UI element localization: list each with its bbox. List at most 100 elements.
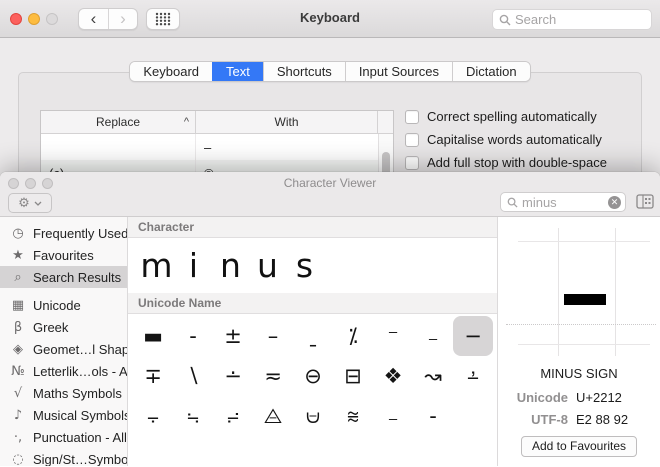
sidebar-item-label: Greek — [33, 319, 69, 335]
sidebar-item-label: Geomet…l Shapes — [33, 341, 127, 357]
tab-keyboard[interactable]: Keyboard — [130, 62, 213, 81]
glyph-cell[interactable]: ⊖ — [293, 356, 333, 396]
glyph-cell[interactable]: - — [413, 396, 453, 436]
glyph-cell[interactable]: ⩁ — [293, 396, 333, 436]
glyph-cell[interactable]: ₋ — [413, 316, 453, 356]
star-icon: ★ — [12, 247, 24, 263]
screen: ‹ › Keyboard Search Keyboard Text Shortc… — [0, 0, 660, 467]
glyph-cell[interactable]: ∸ — [213, 356, 253, 396]
sidebar-item-label: Frequently Used — [33, 225, 128, 241]
character-result-u[interactable]: u — [249, 246, 286, 285]
character-result-i[interactable]: i — [175, 246, 212, 285]
sidebar-item-frequently-used[interactable]: ◷ Frequently Used — [0, 222, 127, 244]
glyph-cell[interactable]: ₋ — [373, 396, 413, 436]
table-header: Replace ^ With — [41, 111, 393, 134]
glyph-cell[interactable]: ≂ — [253, 356, 293, 396]
glyph-cell[interactable]: ∓ — [133, 356, 173, 396]
glyph-cell[interactable]: ⨺ — [253, 396, 293, 436]
sidebar-item-geomet-l-shapes[interactable]: ◈ Geomet…l Shapes — [0, 338, 127, 360]
music-note-icon: ♪ — [13, 407, 23, 423]
checkbox-row: Capitalise words automatically — [405, 128, 607, 151]
sidebar-item-label: Favourites — [33, 247, 94, 263]
glyph-preview-minus-sign — [564, 294, 606, 305]
info-value: E2 88 92 — [576, 412, 629, 427]
replace-cell — [41, 134, 196, 160]
sidebar-item-musical-symbols[interactable]: ♪ Musical Symbols — [0, 404, 127, 426]
glyph-cell[interactable]: ⨪ — [133, 396, 173, 436]
search-icon — [499, 14, 511, 25]
scroll-corner — [378, 111, 393, 133]
glyph-cell[interactable]: ⩬ — [333, 396, 373, 436]
glyph-cell[interactable]: ⨫ — [173, 396, 213, 436]
sidebar-item-label: Punctuation - All — [33, 429, 127, 445]
search-query: minus — [522, 194, 557, 210]
section-header-unicode-name: Unicode Name — [128, 293, 497, 314]
column-header-replace[interactable]: Replace ^ — [41, 111, 196, 133]
search-placeholder: Search — [515, 12, 557, 27]
character-detail-pane: MINUS SIGN Unicode U+2212 UTF-8 E2 88 92 Ad… — [498, 217, 660, 466]
unicode-grid-icon: ▦ — [11, 297, 25, 313]
glyph-cell[interactable]: - — [173, 316, 213, 356]
clear-search-button[interactable]: ✕ — [608, 195, 621, 209]
sidebar-item-letterlik-ols-all[interactable]: № Letterlik…ols - All — [0, 360, 127, 382]
checkbox-unchecked[interactable] — [405, 155, 419, 170]
sidebar-group: ▦ Unicode β Greek ◈ Geomet…l Shapes № Letterlik… — [0, 294, 128, 467]
sidebar-item-label: Musical Symbols — [33, 407, 128, 423]
glyph-cell[interactable]: ⨬ — [213, 396, 253, 436]
glyph-cell[interactable]: ❖ — [373, 356, 413, 396]
sidebar-item-label: Search Results — [33, 269, 122, 285]
sidebar-item-favourites[interactable]: ★ Favourites — [0, 244, 127, 266]
character-search-field[interactable]: minus ✕ — [500, 192, 626, 212]
sidebar-item-sign-st-symbols[interactable]: ◌ Sign/St…Symbols — [0, 448, 128, 467]
with-cell: – — [204, 139, 212, 155]
sort-ascending-icon: ^ — [183, 116, 189, 128]
replace-header-label: Replace — [95, 115, 141, 129]
glyph-row: ∓ ∖ ∸ ≂ ⊖ ⊟ ❖ ↝ ⨩ — [133, 356, 497, 396]
keyboard-titlebar: ‹ › Keyboard Search — [0, 0, 660, 38]
character-name: MINUS SIGN — [540, 366, 618, 381]
checkbox-label: Correct spelling automatically — [427, 109, 597, 124]
magnifier-icon: ⌕ — [14, 269, 22, 285]
character-palette-icon[interactable] — [636, 194, 654, 209]
sidebar-item-maths-symbols[interactable]: √ Maths Symbols — [0, 382, 127, 404]
checkbox-unchecked[interactable] — [405, 132, 419, 147]
glyph-guide-left — [558, 228, 559, 356]
glyph-cell[interactable]: ⊟ — [333, 356, 373, 396]
table-row[interactable]: – — [41, 134, 378, 160]
character-result-m[interactable]: m — [138, 246, 175, 285]
clock-icon: ◷ — [12, 225, 24, 241]
sidebar-item-label: Sign/St…Symbols — [33, 451, 128, 467]
chevron-down-icon — [34, 201, 42, 206]
checkbox-label: Capitalise words automatically — [427, 132, 602, 147]
glyph-cell[interactable]: ▬ — [133, 316, 173, 356]
preferences-search-field[interactable]: Search — [492, 9, 652, 30]
glyph-cell-selected-minus-sign[interactable]: − — [453, 316, 493, 356]
glyph-cell[interactable]: ⁻ — [373, 316, 413, 356]
glyph-cell[interactable]: ± — [213, 316, 253, 356]
column-header-with[interactable]: With — [196, 111, 378, 133]
glyph-cell[interactable]: ∖ — [173, 356, 213, 396]
sidebar-item-unicode[interactable]: ▦ Unicode — [0, 294, 127, 316]
character-result-n[interactable]: n — [212, 246, 249, 285]
tab-input-sources[interactable]: Input Sources — [344, 62, 453, 81]
checkbox-unchecked[interactable] — [405, 109, 419, 124]
glyph-cell[interactable]: ⁒ — [333, 316, 373, 356]
glyph-cell[interactable]: ⨩ — [453, 356, 493, 396]
search-icon — [507, 197, 518, 208]
glyph-cell[interactable]: – — [253, 316, 293, 356]
panel-title: Character Viewer — [283, 176, 377, 190]
add-to-favourites-button[interactable]: Add to Favourites — [520, 436, 638, 457]
sidebar-item-greek[interactable]: β Greek — [0, 316, 127, 338]
sidebar-item-punctuation-all[interactable]: ·, Punctuation - All — [0, 426, 127, 448]
sidebar-item-label: Unicode — [33, 297, 81, 313]
tab-shortcuts[interactable]: Shortcuts — [262, 62, 345, 81]
tab-dictation[interactable]: Dictation — [452, 62, 530, 81]
tab-text[interactable]: Text — [212, 62, 263, 81]
glyph-cell[interactable]: ˍ — [293, 316, 333, 356]
glyph-row: ▬ - ± – ˍ ⁒ ⁻ ₋ − — [133, 316, 497, 356]
glyph-cell[interactable]: ↝ — [413, 356, 453, 396]
results-pane: Character minus Unicode Name ▬ - ± – ˍ ⁒ ⁻ ₋ − ∓ ∖… — [128, 217, 498, 466]
character-result-s[interactable]: s — [286, 246, 323, 285]
sidebar-item-search-results[interactable]: ⌕ Search Results — [0, 266, 127, 288]
action-menu-button[interactable]: ⚙ — [8, 193, 52, 213]
